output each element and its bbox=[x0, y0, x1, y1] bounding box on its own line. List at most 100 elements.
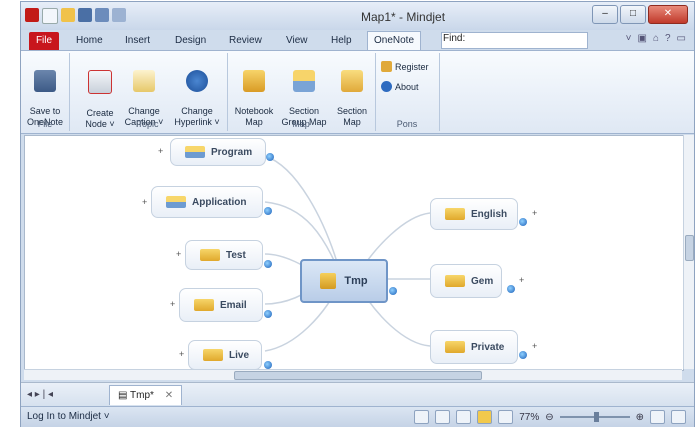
expand-test-icon[interactable]: + bbox=[176, 249, 181, 259]
about-icon bbox=[381, 81, 392, 92]
about-button[interactable]: About bbox=[381, 81, 419, 92]
tab-help[interactable]: Help bbox=[331, 32, 352, 50]
section-map-button[interactable]: Section Map bbox=[333, 59, 371, 128]
home-icon[interactable]: ⌂ bbox=[653, 33, 659, 44]
group-label-topic: Topic bbox=[137, 119, 159, 129]
expand-private-icon[interactable]: + bbox=[532, 341, 537, 351]
tab-onenote[interactable]: OneNote bbox=[367, 31, 422, 50]
hyperlink-application-icon[interactable] bbox=[264, 207, 272, 215]
tab-file[interactable]: File bbox=[29, 32, 59, 50]
status-controls: 77% ⊖ ⊕ bbox=[414, 410, 686, 424]
hyperlink-private-icon[interactable] bbox=[519, 351, 527, 359]
document-tab-bar: ◂ ▸ | ◂ ▤ Tmp* ✕ bbox=[21, 382, 694, 407]
horizontal-scrollbar[interactable] bbox=[24, 369, 682, 380]
expand-english-icon[interactable]: + bbox=[532, 208, 537, 218]
central-topic[interactable]: Tmp bbox=[300, 259, 388, 303]
ribbon: Save to OneNote File Create Node ˅ Chang… bbox=[21, 50, 694, 134]
central-topic-icon bbox=[320, 273, 337, 289]
hyperlink-gem-icon[interactable] bbox=[507, 285, 515, 293]
focus-icon[interactable] bbox=[456, 410, 472, 424]
help-icon[interactable]: ? bbox=[665, 33, 671, 44]
search-dropdown-icon[interactable]: ˅ bbox=[626, 33, 632, 44]
register-icon bbox=[381, 61, 392, 72]
hyperlink-english-icon[interactable] bbox=[519, 218, 527, 226]
topic-live-label: Live bbox=[229, 349, 250, 361]
group-label-map: Map bbox=[292, 119, 310, 129]
minimize-ribbon-icon[interactable]: ▭ bbox=[677, 33, 686, 44]
tab-nav-arrows[interactable]: ◂ ▸ | ◂ bbox=[27, 389, 53, 400]
topic-gem-icon bbox=[445, 275, 465, 287]
topic-live[interactable]: Live bbox=[188, 340, 262, 370]
topic-private[interactable]: Private bbox=[430, 330, 518, 364]
expand-program-icon[interactable]: + bbox=[158, 146, 163, 156]
vertical-scrollbar[interactable] bbox=[683, 135, 694, 369]
about-label: About bbox=[395, 81, 419, 92]
create-node-icon bbox=[88, 70, 112, 94]
topic-test[interactable]: Test bbox=[185, 240, 263, 270]
topic-program-label: Program bbox=[211, 146, 253, 158]
fullscreen-icon[interactable] bbox=[650, 410, 665, 424]
topic-gem[interactable]: Gem bbox=[430, 264, 502, 298]
notebook-map-button[interactable]: Notebook Map bbox=[231, 59, 277, 128]
topic-private-label: Private bbox=[471, 341, 505, 353]
zoom-out-icon[interactable]: ⊖ bbox=[545, 412, 553, 423]
vertical-scroll-thumb[interactable] bbox=[685, 235, 694, 261]
topic-application-icon bbox=[166, 196, 186, 208]
expand-live-icon[interactable]: + bbox=[179, 349, 184, 359]
page-view-icon[interactable] bbox=[498, 410, 514, 424]
topic-application[interactable]: Application bbox=[151, 186, 263, 218]
section-group-map-button[interactable]: Section Group Map bbox=[279, 59, 329, 128]
open-icon[interactable] bbox=[61, 8, 75, 22]
zoom-slider[interactable] bbox=[559, 412, 630, 422]
topic-english[interactable]: English bbox=[430, 198, 518, 230]
change-caption-button[interactable]: Change Caption ˅ bbox=[121, 59, 167, 128]
new-icon[interactable] bbox=[42, 8, 58, 24]
hyperlink-program-icon[interactable] bbox=[266, 153, 274, 161]
login-link[interactable]: Log In to Mindjet ˅ bbox=[27, 411, 110, 422]
view-mode-icon[interactable] bbox=[671, 410, 686, 424]
map-connectors bbox=[264, 155, 431, 352]
zoom-in-icon[interactable]: ⊕ bbox=[636, 412, 644, 423]
status-bar: Log In to Mindjet ˅ 77% ⊖ ⊕ bbox=[21, 406, 694, 427]
app-window: Map1* - Mindjet – □ ✕ File Home Insert D… bbox=[20, 1, 695, 427]
find-label: Find: bbox=[443, 33, 466, 44]
topic-program[interactable]: Program bbox=[170, 138, 266, 166]
change-hyperlink-button[interactable]: Change Hyperlink ˅ bbox=[171, 59, 223, 128]
tab-insert[interactable]: Insert bbox=[125, 32, 150, 50]
filter-icon[interactable] bbox=[435, 410, 451, 424]
tools-icon[interactable]: ▣ bbox=[637, 33, 646, 44]
tab-home[interactable]: Home bbox=[76, 32, 103, 50]
redo-icon[interactable] bbox=[112, 8, 126, 22]
map-canvas[interactable]: Program + Application + Test + Email + L… bbox=[24, 135, 684, 371]
topic-email-icon bbox=[194, 299, 214, 311]
topic-email[interactable]: Email bbox=[179, 288, 263, 322]
close-button[interactable]: ✕ bbox=[648, 5, 688, 24]
expand-gem-icon[interactable]: + bbox=[519, 275, 524, 285]
minimize-button[interactable]: – bbox=[592, 5, 618, 24]
tab-view[interactable]: View bbox=[286, 32, 308, 50]
maximize-button[interactable]: □ bbox=[620, 5, 646, 24]
tab-design[interactable]: Design bbox=[175, 32, 206, 50]
register-button[interactable]: Register bbox=[381, 61, 429, 72]
undo-icon[interactable] bbox=[95, 8, 109, 22]
save-to-onenote-button[interactable]: Save to OneNote bbox=[25, 59, 65, 128]
quick-access-toolbar bbox=[25, 8, 126, 24]
hyperlink-live-icon[interactable] bbox=[264, 361, 272, 369]
hyperlink-icon bbox=[186, 70, 208, 92]
fit-map-icon[interactable] bbox=[477, 410, 493, 424]
layout-icon[interactable] bbox=[414, 410, 430, 424]
hyperlink-test-icon[interactable] bbox=[264, 260, 272, 268]
expand-email-icon[interactable]: + bbox=[170, 299, 175, 309]
save-icon[interactable] bbox=[78, 8, 92, 22]
hyperlink-central-icon[interactable] bbox=[389, 287, 397, 295]
topic-english-icon bbox=[445, 208, 465, 220]
expand-application-icon[interactable]: + bbox=[142, 197, 147, 207]
document-tab-tmp[interactable]: ▤ Tmp* ✕ bbox=[109, 385, 183, 405]
group-pons: Register About Pons bbox=[375, 53, 440, 131]
hyperlink-email-icon[interactable] bbox=[264, 310, 272, 318]
group-topic: Create Node ˅ Change Caption ˅ Change Hy… bbox=[69, 53, 228, 131]
close-tab-icon[interactable]: ✕ bbox=[165, 390, 173, 401]
horizontal-scroll-thumb[interactable] bbox=[234, 371, 482, 380]
group-label-pons: Pons bbox=[396, 119, 418, 129]
tab-review[interactable]: Review bbox=[229, 32, 262, 50]
